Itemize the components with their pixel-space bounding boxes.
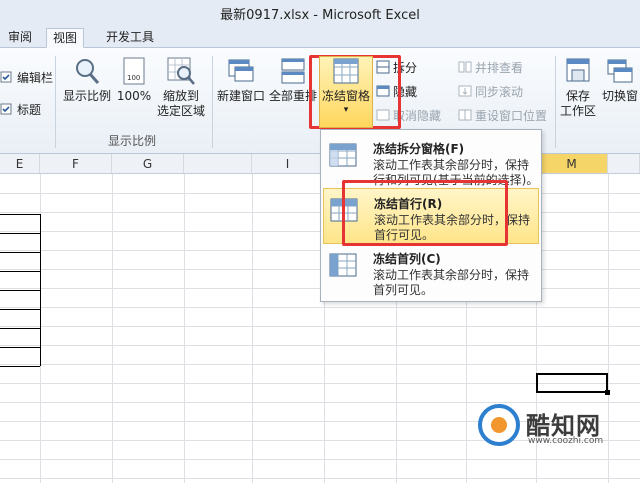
table-border <box>0 290 40 291</box>
zoom-selection-label-2: 选定区域 <box>156 104 205 118</box>
checkbox-icon <box>0 102 14 116</box>
side-by-side-icon <box>458 61 472 73</box>
annotation-box-freeze-top-row <box>342 180 508 246</box>
grid-line <box>0 364 640 365</box>
sync-scroll-icon <box>458 85 472 97</box>
reset-position-label: 重设窗口位置 <box>475 108 548 123</box>
column-header-n[interactable] <box>608 154 640 174</box>
column-header-e[interactable]: E <box>0 154 40 174</box>
checkbox-icon <box>0 70 14 84</box>
grid-line <box>0 478 640 479</box>
grid-line <box>184 174 185 483</box>
freeze-panes-button[interactable]: 冻结窗格 ▾ <box>320 56 372 116</box>
new-window-button[interactable]: 新建窗口 <box>216 56 266 104</box>
sync-scroll-button[interactable]: 同步滚动 <box>458 82 523 100</box>
zoom-label: 显示比例 <box>62 89 111 103</box>
freeze-first-column-icon <box>329 253 357 277</box>
table-border <box>40 214 41 366</box>
freeze-panes-icon <box>333 58 359 84</box>
switch-window-label: 切换窗 <box>601 89 638 103</box>
ribbon-separator <box>212 56 213 148</box>
new-window-icon <box>228 59 254 82</box>
headings-label: 标题 <box>17 102 42 117</box>
menu-item-freeze-first-column[interactable]: 冻结首列(C) 滚动工作表其余部分时，保持首列可见。 <box>323 244 539 300</box>
save-workspace-label-1: 保存 <box>565 89 590 103</box>
menu-item-title: 冻结拆分窗格(F) <box>373 142 465 156</box>
column-header-i[interactable]: I <box>252 154 324 174</box>
save-workspace-icon <box>566 58 590 82</box>
arrange-all-icon <box>281 58 305 84</box>
tab-review[interactable]: 审阅 <box>2 28 38 48</box>
magnifier-icon <box>76 59 100 84</box>
column-header-g[interactable]: G <box>112 154 184 174</box>
zoom-group-label: 显示比例 <box>108 134 157 148</box>
watermark-url: www.coozhi.com <box>528 436 604 446</box>
table-border <box>0 252 40 253</box>
coozhi-logo-icon <box>478 404 520 446</box>
table-border <box>0 233 40 234</box>
ribbon-separator <box>555 56 556 148</box>
chevron-down-icon: ▾ <box>343 105 349 115</box>
headings-check[interactable]: 标题 <box>0 100 41 118</box>
page-100-icon: 100 <box>123 57 145 85</box>
column-header-f[interactable]: F <box>40 154 112 174</box>
svg-text:100: 100 <box>127 74 140 82</box>
watermark: 酷知网 www.coozhi.com <box>470 400 640 460</box>
zoom-selection-label-1: 缩放到 <box>162 89 199 103</box>
tab-view[interactable]: 视图 <box>46 28 85 48</box>
grid-line <box>252 174 253 483</box>
freeze-panes-icon <box>329 143 357 167</box>
column-header-h[interactable] <box>184 154 252 174</box>
column-header-m[interactable]: M <box>536 154 608 174</box>
ribbon-separator <box>55 56 56 148</box>
grid-line <box>0 326 640 327</box>
grid-line <box>0 307 640 308</box>
reset-window-position-button[interactable]: 重设窗口位置 <box>458 106 547 124</box>
table-border <box>0 309 40 310</box>
window-title: 最新0917.xlsx - Microsoft Excel <box>220 7 420 23</box>
table-border <box>0 366 40 367</box>
formula-bar-check[interactable]: 编辑栏 <box>0 68 53 86</box>
zoom-selection-icon <box>167 57 195 85</box>
sync-scroll-label: 同步滚动 <box>475 84 524 99</box>
table-border <box>0 328 40 329</box>
tab-developer[interactable]: 开发工具 <box>100 28 160 48</box>
grid-line <box>0 345 640 346</box>
active-cell[interactable] <box>536 373 610 395</box>
zoom-button[interactable]: 显示比例 <box>62 56 112 104</box>
zoom-to-selection-button[interactable]: 缩放到 选定区域 <box>156 56 206 119</box>
grid-line <box>112 174 113 483</box>
view-side-by-side-label: 并排查看 <box>475 60 524 75</box>
reset-position-icon <box>458 109 472 121</box>
table-border <box>0 214 40 215</box>
table-border <box>0 271 40 272</box>
title-bar: 最新0917.xlsx - Microsoft Excel <box>0 0 640 26</box>
switch-window-button[interactable]: 切换窗 <box>600 56 640 104</box>
view-side-by-side-button[interactable]: 并排查看 <box>458 58 523 76</box>
new-window-label: 新建窗口 <box>216 89 265 103</box>
save-workspace-label-2: 工作区 <box>559 104 596 118</box>
table-border <box>0 347 40 348</box>
save-workspace-button[interactable]: 保存 工作区 <box>558 56 598 119</box>
ribbon-tabs: 审阅 视图 开发工具 <box>0 26 640 48</box>
switch-window-icon <box>607 59 633 83</box>
freeze-panes-label: 冻结窗格 <box>321 89 370 103</box>
menu-item-title: 冻结首列(C) <box>373 252 441 266</box>
formula-bar-label: 编辑栏 <box>17 70 54 85</box>
zoom-100-label: 100% <box>116 89 152 103</box>
zoom-100-button[interactable]: 100 100% <box>116 56 152 104</box>
menu-item-desc: 滚动工作表其余部分时，保持首列可见。 <box>373 268 530 297</box>
